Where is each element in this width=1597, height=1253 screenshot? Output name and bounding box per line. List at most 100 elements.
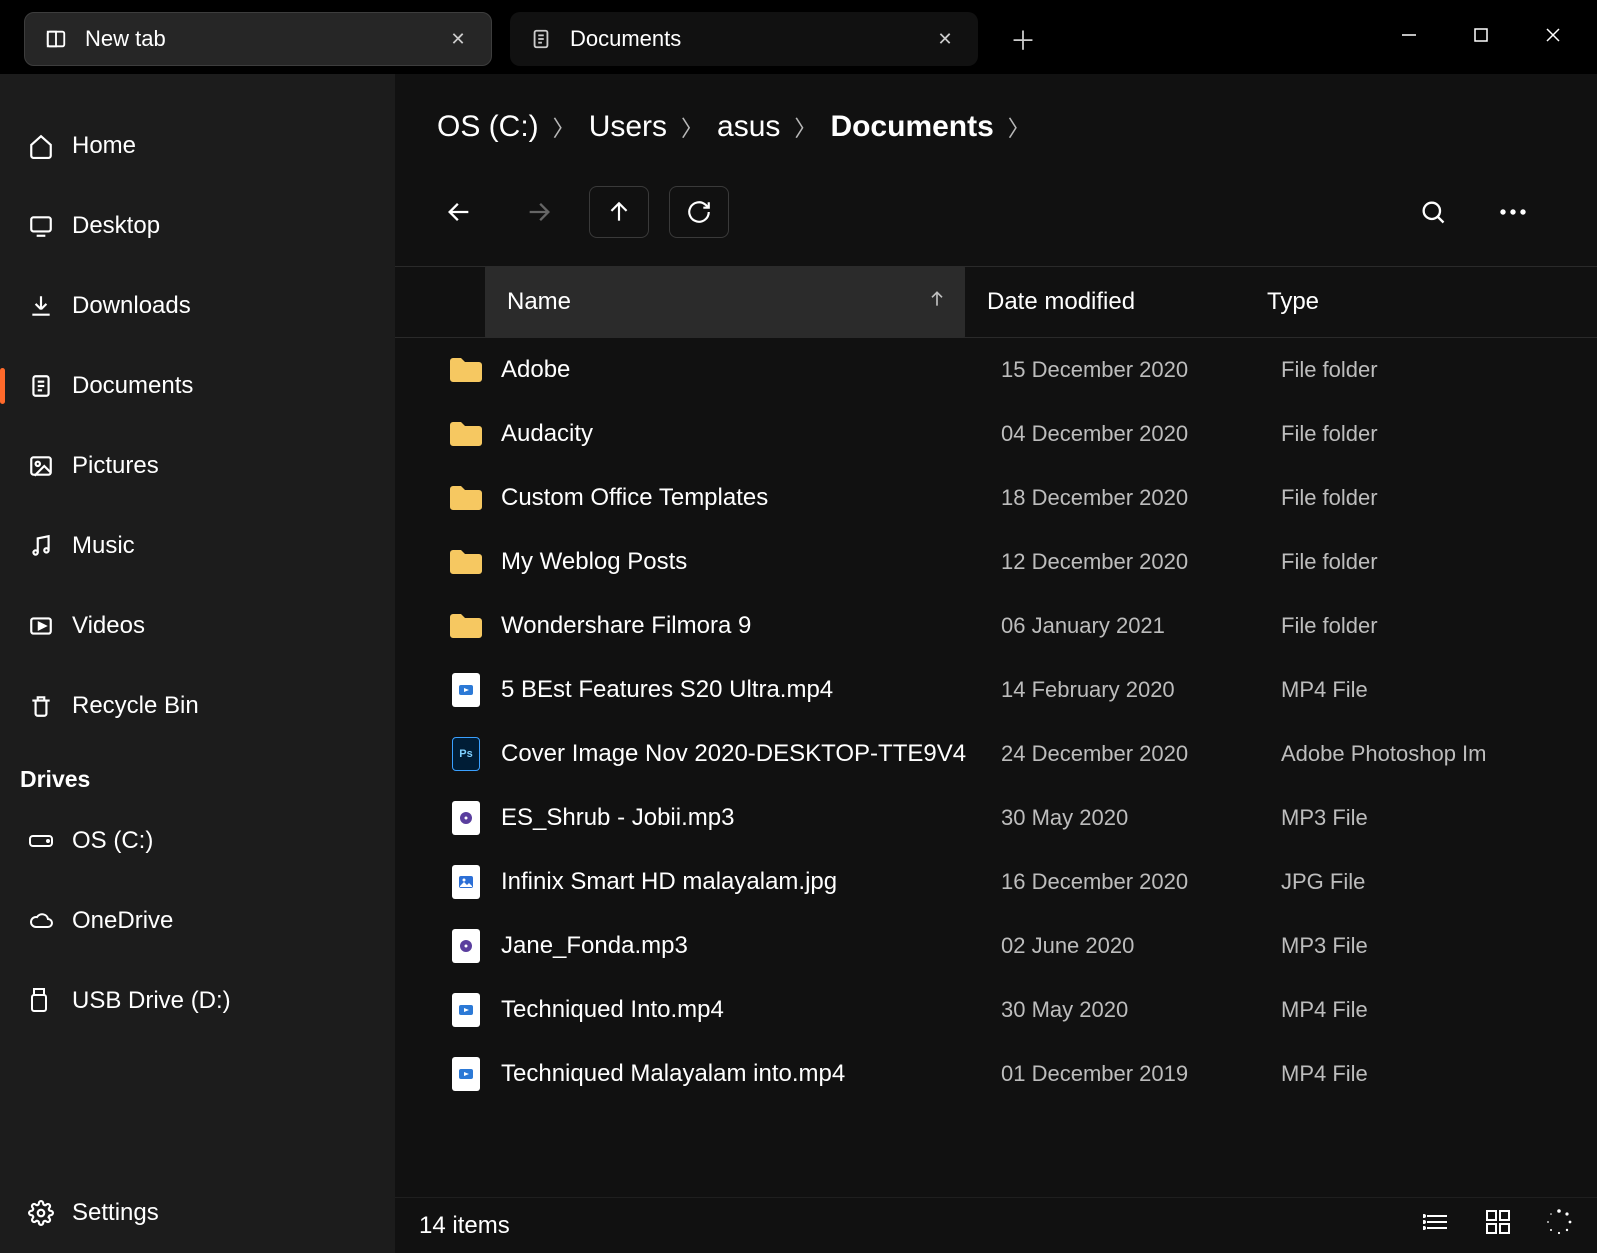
minimize-button[interactable]: [1373, 12, 1445, 58]
file-icon: [431, 419, 501, 449]
sidebar-item-music[interactable]: Music: [0, 506, 395, 586]
file-name: My Weblog Posts: [501, 548, 1001, 576]
sidebar-item-os-c[interactable]: OS (C:): [0, 801, 395, 881]
sidebar-item-label: OS (C:): [72, 827, 153, 855]
image-icon: [28, 453, 72, 479]
breadcrumb-part[interactable]: Users: [589, 110, 667, 144]
cloud-icon: [28, 911, 72, 931]
tab-new-tab[interactable]: New tab ✕: [24, 12, 492, 66]
sidebar-item-recyclebin[interactable]: Recycle Bin: [0, 666, 395, 746]
back-button[interactable]: [429, 186, 489, 238]
file-name: Cover Image Nov 2020-DESKTOP-TTE9V4: [501, 740, 1001, 768]
file-name: Infinix Smart HD malayalam.jpg: [501, 868, 1001, 896]
file-row[interactable]: Wondershare Filmora 906 January 2021File…: [395, 594, 1597, 658]
file-type: File folder: [1281, 485, 1597, 511]
file-row[interactable]: Adobe15 December 2020File folder: [395, 338, 1597, 402]
forward-button[interactable]: [509, 186, 569, 238]
refresh-button[interactable]: [669, 186, 729, 238]
sidebar-item-onedrive[interactable]: OneDrive: [0, 881, 395, 961]
file-date: 12 December 2020: [1001, 549, 1281, 575]
file-name: 5 BEst Features S20 Ultra.mp4: [501, 676, 1001, 704]
file-date: 15 December 2020: [1001, 357, 1281, 383]
trash-icon: [28, 693, 72, 719]
column-type-header[interactable]: Type: [1245, 288, 1597, 316]
file-type: File folder: [1281, 421, 1597, 447]
breadcrumb-current[interactable]: Documents: [830, 110, 993, 144]
file-type: File folder: [1281, 357, 1597, 383]
file-date: 02 June 2020: [1001, 933, 1281, 959]
sidebar-item-pictures[interactable]: Pictures: [0, 426, 395, 506]
sidebar-item-label: USB Drive (D:): [72, 987, 231, 1015]
status-bar: 14 items: [395, 1197, 1597, 1253]
sidebar-item-label: Pictures: [72, 452, 159, 480]
file-name: ES_Shrub - Jobii.mp3: [501, 804, 1001, 832]
file-type: MP3 File: [1281, 933, 1597, 959]
sidebar-item-label: Home: [72, 132, 136, 160]
sidebar-item-usb-d[interactable]: USB Drive (D:): [0, 961, 395, 1041]
download-icon: [28, 293, 72, 319]
maximize-button[interactable]: [1445, 12, 1517, 58]
file-icon: [431, 1057, 501, 1091]
file-row[interactable]: Custom Office Templates18 December 2020F…: [395, 466, 1597, 530]
item-count: 14 items: [419, 1212, 510, 1240]
file-row[interactable]: Techniqued Into.mp430 May 2020MP4 File: [395, 978, 1597, 1042]
file-icon: [431, 929, 501, 963]
tab-documents[interactable]: Documents ✕: [510, 12, 978, 66]
file-row[interactable]: My Weblog Posts12 December 2020File fold…: [395, 530, 1597, 594]
file-row[interactable]: ES_Shrub - Jobii.mp330 May 2020MP3 File: [395, 786, 1597, 850]
newtab-icon: [43, 26, 69, 52]
window-controls: [1373, 12, 1589, 58]
file-row[interactable]: Techniqued Malayalam into.mp401 December…: [395, 1042, 1597, 1106]
breadcrumb: OS (C:) 〉 Users 〉 asus 〉 Documents 〉: [395, 74, 1597, 144]
column-name-header[interactable]: Name: [485, 266, 965, 338]
music-icon: [28, 533, 72, 559]
file-name: Adobe: [501, 356, 1001, 384]
file-icon: Ps: [431, 737, 501, 771]
breadcrumb-part[interactable]: OS (C:): [437, 110, 539, 144]
new-tab-button[interactable]: ＋: [996, 12, 1050, 66]
file-date: 01 December 2019: [1001, 1061, 1281, 1087]
sync-status-icon[interactable]: [1545, 1208, 1573, 1243]
more-button[interactable]: [1483, 186, 1543, 238]
sidebar-item-settings[interactable]: Settings: [0, 1173, 395, 1253]
file-row[interactable]: PsCover Image Nov 2020-DESKTOP-TTE9V424 …: [395, 722, 1597, 786]
search-button[interactable]: [1403, 186, 1463, 238]
disk-icon: [28, 832, 72, 850]
file-row[interactable]: 5 BEst Features S20 Ultra.mp414 February…: [395, 658, 1597, 722]
file-row[interactable]: Infinix Smart HD malayalam.jpg16 Decembe…: [395, 850, 1597, 914]
sidebar-item-desktop[interactable]: Desktop: [0, 186, 395, 266]
file-type: File folder: [1281, 549, 1597, 575]
file-name: Techniqued Malayalam into.mp4: [501, 1060, 1001, 1088]
column-label: Name: [507, 288, 571, 316]
breadcrumb-part[interactable]: asus: [717, 110, 780, 144]
file-icon: [431, 865, 501, 899]
column-date-header[interactable]: Date modified: [965, 288, 1245, 316]
column-label: Date modified: [987, 288, 1135, 315]
file-date: 04 December 2020: [1001, 421, 1281, 447]
close-window-button[interactable]: [1517, 12, 1589, 58]
grid-view-button[interactable]: [1485, 1209, 1511, 1242]
details-view-button[interactable]: [1423, 1210, 1451, 1241]
file-name: Jane_Fonda.mp3: [501, 932, 1001, 960]
chevron-right-icon: 〉: [681, 111, 703, 143]
tab-label: New tab: [85, 26, 443, 52]
doc-icon: [28, 373, 72, 399]
close-tab-icon[interactable]: ✕: [443, 29, 473, 50]
nav-toolbar: [395, 144, 1597, 266]
close-tab-icon[interactable]: ✕: [930, 29, 960, 50]
file-row[interactable]: Audacity04 December 2020File folder: [395, 402, 1597, 466]
doc-icon: [528, 26, 554, 52]
sidebar-item-videos[interactable]: Videos: [0, 586, 395, 666]
file-type: Adobe Photoshop Im: [1281, 741, 1597, 767]
sidebar-item-documents[interactable]: Documents: [0, 346, 395, 426]
sidebar-item-downloads[interactable]: Downloads: [0, 266, 395, 346]
file-row[interactable]: Jane_Fonda.mp302 June 2020MP3 File: [395, 914, 1597, 978]
sidebar-item-home[interactable]: Home: [0, 106, 395, 186]
file-type: JPG File: [1281, 869, 1597, 895]
file-icon: [431, 547, 501, 577]
chevron-right-icon: 〉: [553, 111, 575, 143]
titlebar: New tab ✕ Documents ✕ ＋: [0, 0, 1597, 74]
file-date: 16 December 2020: [1001, 869, 1281, 895]
up-button[interactable]: [589, 186, 649, 238]
file-date: 06 January 2021: [1001, 613, 1281, 639]
